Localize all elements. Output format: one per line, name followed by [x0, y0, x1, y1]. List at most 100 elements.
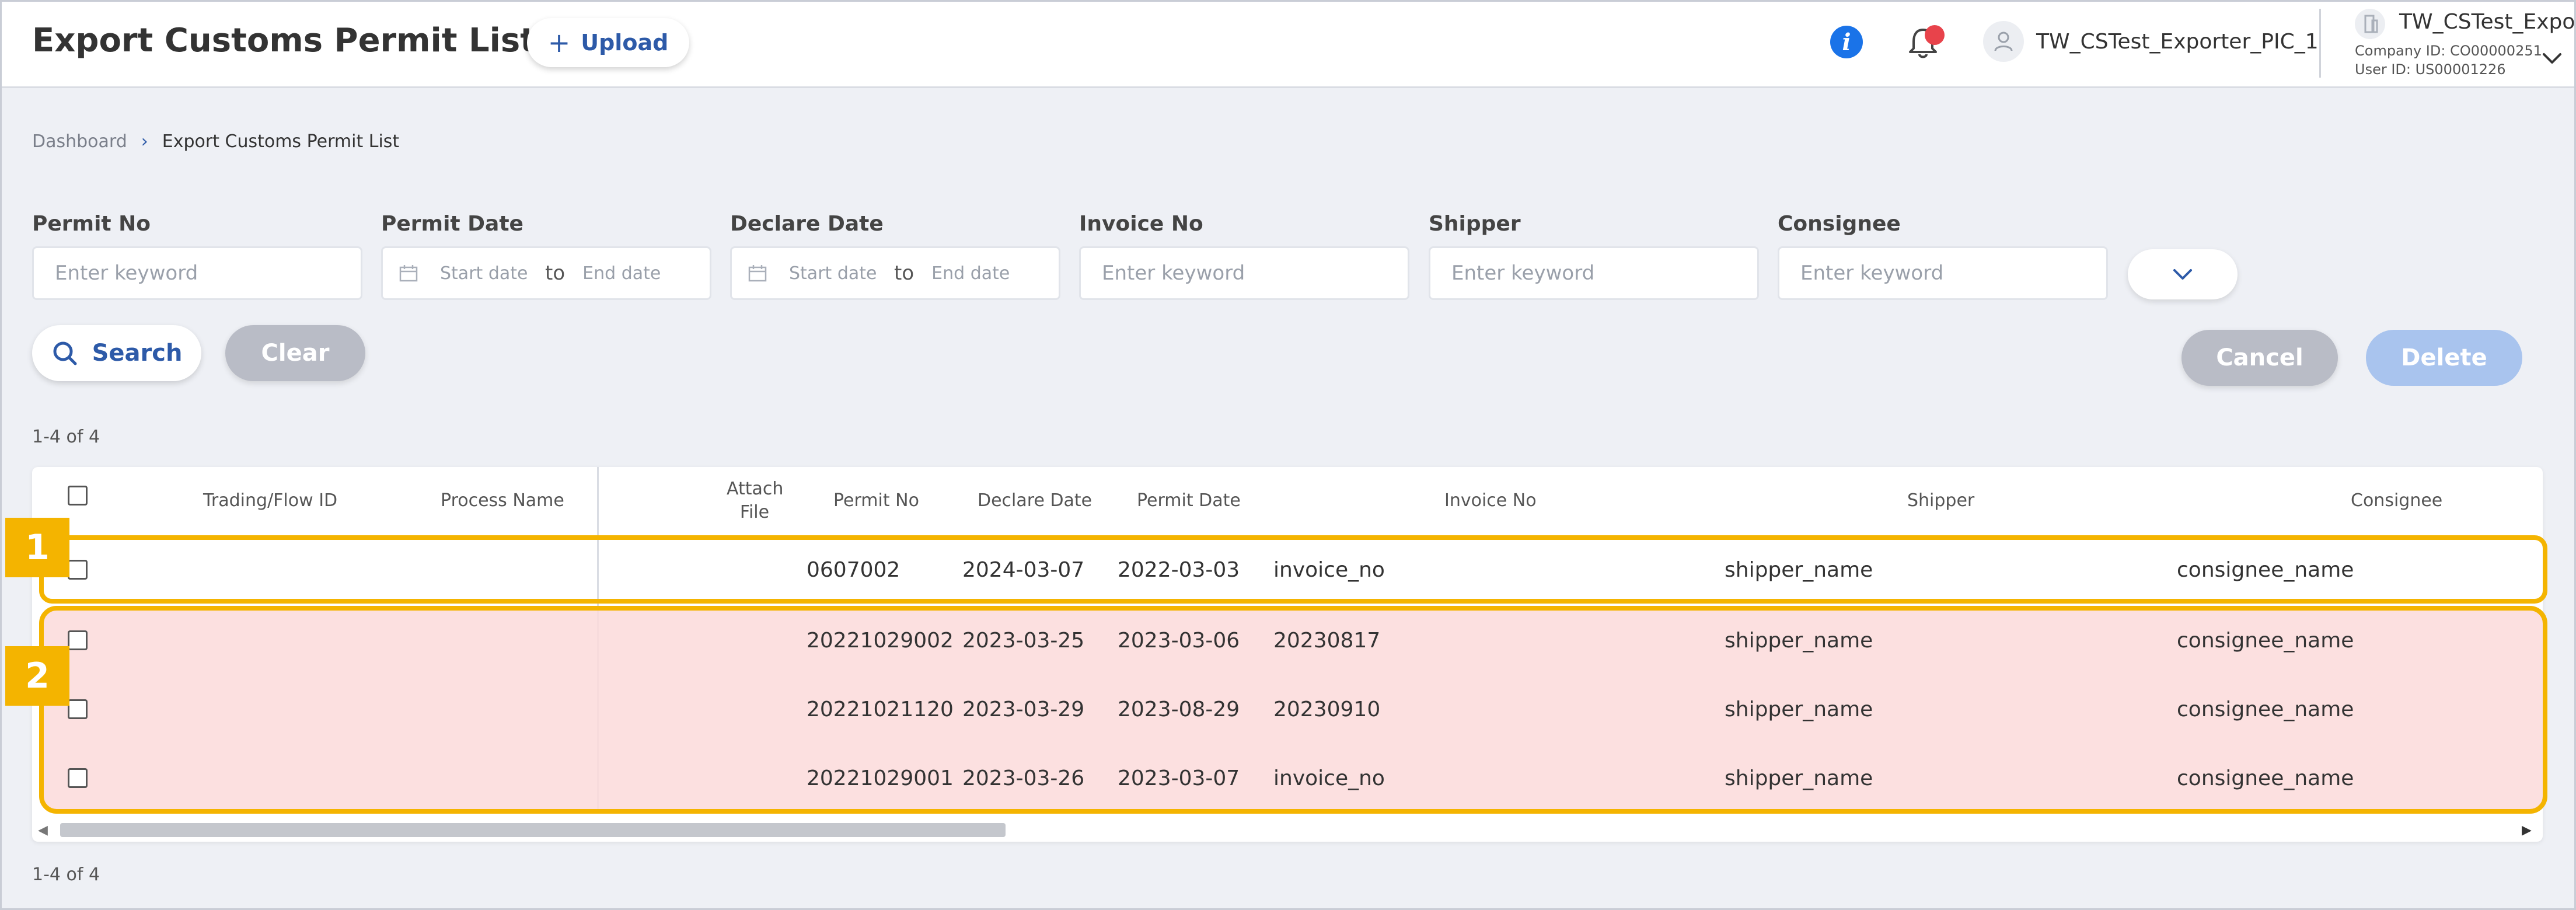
header-permit-date[interactable]: Permit Date	[1137, 489, 1241, 512]
top-header: Export Customs Permit List + Upload i TW…	[2, 2, 2576, 88]
company-id: Company ID: CO00000251	[2355, 43, 2542, 59]
filter-shipper: Shipper Enter keyword	[1429, 212, 1759, 300]
header-attach-file[interactable]: Attach File	[727, 477, 783, 524]
header-shipper[interactable]: Shipper	[1907, 489, 1974, 512]
header-declare-date[interactable]: Declare Date	[978, 489, 1092, 512]
cell-declare-date: 2023-03-25	[962, 628, 1085, 653]
expand-filters-button[interactable]	[2128, 249, 2238, 299]
cell-declare-date: 2023-03-29	[962, 697, 1085, 721]
search-icon	[53, 341, 77, 365]
consignee-input[interactable]: Enter keyword	[1778, 246, 2108, 300]
cell-permit-date: 2023-08-29	[1118, 697, 1240, 721]
header-attach-file-line1: Attach	[727, 479, 784, 499]
header-process-name[interactable]: Process Name	[441, 489, 564, 512]
invoice-no-input[interactable]: Enter keyword	[1079, 246, 1409, 300]
search-button-label: Search	[92, 340, 183, 367]
input-placeholder: Enter keyword	[1800, 262, 1944, 285]
end-date-field[interactable]: End date	[931, 263, 1010, 284]
input-placeholder: Enter keyword	[55, 262, 198, 285]
clear-button[interactable]: Clear	[225, 325, 365, 381]
row-checkbox[interactable]	[68, 768, 88, 788]
cancel-button[interactable]: Cancel	[2181, 330, 2338, 386]
table-row[interactable]: 20221029001 2023-03-26 2023-03-07 invoic…	[32, 744, 2543, 813]
header-trading-flow-id[interactable]: Trading/Flow ID	[203, 489, 337, 512]
company-name[interactable]: TW_CSTest_Expo...	[2399, 10, 2576, 34]
filter-permit-date: Permit Date Start date to End date	[381, 212, 711, 300]
table-row[interactable]: 0607002 2024-03-07 2022-03-03 invoice_no…	[32, 535, 2543, 604]
cell-shipper: shipper_name	[1725, 557, 1873, 582]
header-divider	[2319, 9, 2321, 78]
filter-consignee: Consignee Enter keyword	[1778, 212, 2108, 300]
user-id: User ID: US00001226	[2355, 61, 2506, 78]
date-range-separator: to	[894, 262, 914, 285]
start-date-field[interactable]: Start date	[440, 263, 539, 284]
cell-consignee: consignee_name	[2177, 766, 2354, 790]
cell-invoice-no: invoice_no	[1273, 766, 1385, 790]
scroll-left-icon[interactable]: ◀	[38, 823, 48, 838]
start-date-field[interactable]: Start date	[789, 263, 888, 284]
row-checkbox[interactable]	[68, 560, 88, 580]
page-title: Export Customs Permit List	[32, 22, 536, 60]
scroll-right-icon[interactable]: ▶	[2522, 823, 2532, 838]
filter-permit-no: Permit No Enter keyword	[32, 212, 362, 300]
scrollbar-thumb[interactable]	[60, 823, 1006, 837]
filter-label: Consignee	[1778, 212, 1901, 236]
cell-consignee: consignee_name	[2177, 557, 2354, 582]
header-invoice-no[interactable]: Invoice No	[1444, 489, 1537, 512]
building-icon	[2355, 9, 2385, 39]
cell-consignee: consignee_name	[2177, 628, 2354, 653]
plus-icon: +	[547, 27, 571, 58]
cell-permit-date: 2022-03-03	[1118, 557, 1240, 582]
result-count-top: 1-4 of 4	[32, 427, 100, 447]
declare-date-range[interactable]: Start date to End date	[730, 246, 1060, 300]
app-window: Export Customs Permit List + Upload i TW…	[0, 0, 2576, 910]
result-count-bottom: 1-4 of 4	[32, 864, 100, 885]
end-date-field[interactable]: End date	[582, 263, 661, 284]
chevron-right-icon: ›	[141, 131, 148, 152]
header-attach-file-line2: File	[739, 502, 770, 522]
chevron-down-icon[interactable]	[2542, 52, 2562, 65]
select-all-checkbox[interactable]	[68, 486, 88, 505]
filter-label: Declare Date	[730, 212, 884, 236]
upload-button[interactable]: + Upload	[527, 18, 689, 67]
table-row[interactable]: 20221029002 2023-03-25 2023-03-06 202308…	[32, 606, 2543, 675]
cell-invoice-no: 20230910	[1273, 697, 1381, 721]
filter-label: Invoice No	[1079, 212, 1203, 236]
delete-button[interactable]: Delete	[2366, 330, 2522, 386]
input-placeholder: Enter keyword	[1102, 262, 1245, 285]
filter-label: Shipper	[1429, 212, 1521, 236]
cell-permit-date: 2023-03-07	[1118, 766, 1240, 790]
annotation-tag-2: 2	[5, 646, 69, 706]
search-button[interactable]: Search	[32, 325, 201, 381]
table-row[interactable]: 20221021120 2023-03-29 2023-08-29 202309…	[32, 675, 2543, 744]
filter-label: Permit No	[32, 212, 151, 236]
calendar-icon	[399, 265, 418, 282]
horizontal-scrollbar[interactable]: ◀ ▶	[32, 817, 2543, 841]
annotation-tag-1: 1	[5, 518, 69, 577]
breadcrumb-dashboard[interactable]: Dashboard	[32, 131, 127, 152]
cell-shipper: shipper_name	[1725, 628, 1873, 653]
notification-badge	[1925, 25, 1945, 45]
row-checkbox[interactable]	[68, 699, 88, 719]
cell-shipper: shipper_name	[1725, 697, 1873, 721]
permit-no-input[interactable]: Enter keyword	[32, 246, 362, 300]
permit-table: Trading/Flow ID Process Name Attach File…	[32, 467, 2547, 842]
input-placeholder: Enter keyword	[1451, 262, 1595, 285]
avatar[interactable]	[1983, 21, 2024, 62]
breadcrumb-current: Export Customs Permit List	[162, 131, 400, 152]
user-icon	[1994, 32, 2013, 51]
filter-label: Permit Date	[381, 212, 523, 236]
chevron-down-icon	[2173, 269, 2192, 280]
date-range-separator: to	[545, 262, 566, 285]
calendar-icon	[748, 265, 767, 282]
header-permit-no[interactable]: Permit No	[833, 489, 919, 512]
filter-declare-date: Declare Date Start date to End date	[730, 212, 1060, 300]
cell-permit-date: 2023-03-06	[1118, 628, 1240, 653]
header-consignee[interactable]: Consignee	[2351, 489, 2442, 512]
user-name[interactable]: TW_CSTest_Exporter_PIC_1	[2036, 30, 2319, 54]
row-checkbox[interactable]	[68, 630, 88, 650]
info-icon[interactable]: i	[1830, 26, 1863, 58]
shipper-input[interactable]: Enter keyword	[1429, 246, 1759, 300]
permit-date-range[interactable]: Start date to End date	[381, 246, 711, 300]
filter-invoice-no: Invoice No Enter keyword	[1079, 212, 1409, 300]
